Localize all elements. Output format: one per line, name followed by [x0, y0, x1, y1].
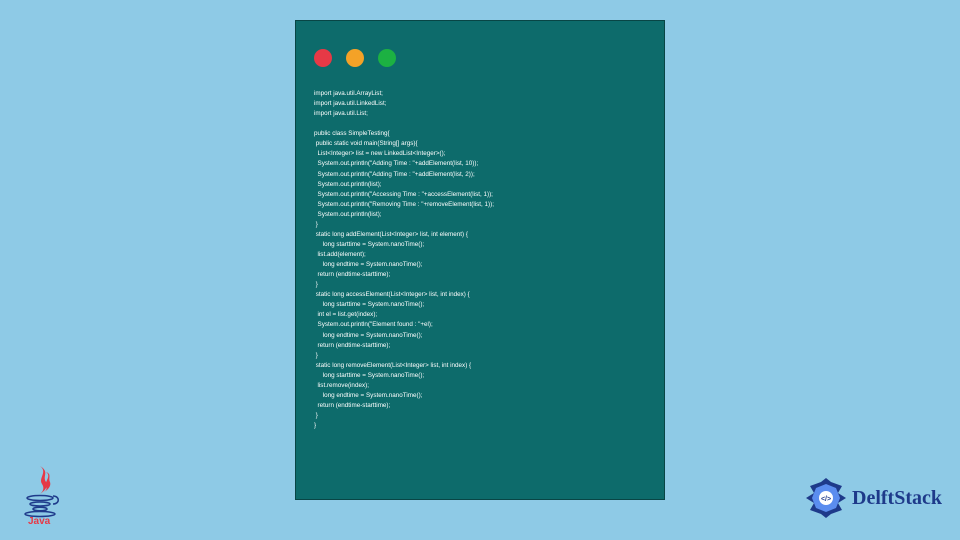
minimize-dot-icon [346, 49, 364, 67]
delftstack-logo: </> DelftStack [804, 476, 942, 520]
code-window: import java.util.ArrayList; import java.… [295, 20, 665, 500]
svg-text:Java: Java [28, 516, 51, 526]
delftstack-text: DelftStack [852, 487, 942, 510]
window-dots [314, 49, 646, 67]
code-content: import java.util.ArrayList; import java.… [314, 89, 646, 431]
maximize-dot-icon [378, 49, 396, 67]
svg-text:</>: </> [821, 496, 831, 503]
close-dot-icon [314, 49, 332, 67]
delftstack-badge-icon: </> [804, 476, 848, 520]
java-logo-icon: Java [20, 464, 68, 526]
